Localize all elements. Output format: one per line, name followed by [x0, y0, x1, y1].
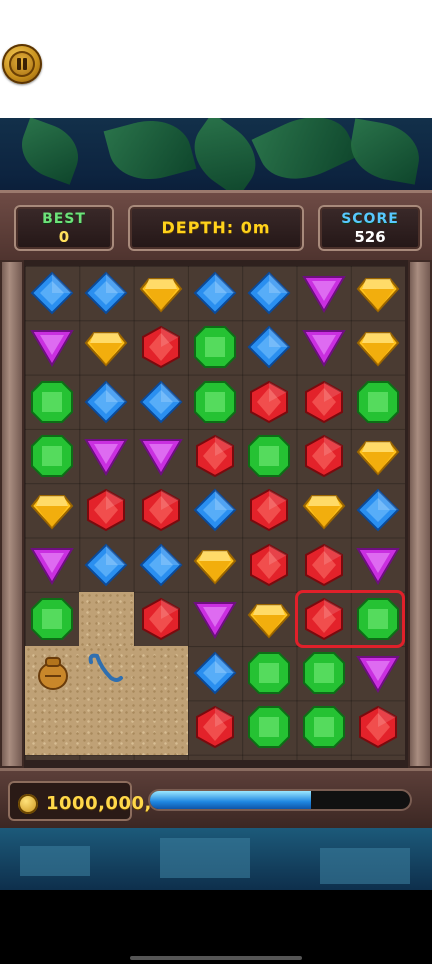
red-gem[interactable] — [134, 483, 188, 537]
purple-gem[interactable] — [134, 429, 188, 483]
pause-button[interactable] — [2, 44, 42, 84]
pipe-icon — [85, 650, 125, 694]
blue-gem[interactable] — [242, 320, 296, 374]
pause-bar-right — [23, 58, 27, 70]
green-gem[interactable] — [242, 646, 296, 700]
blue-gem[interactable] — [351, 483, 405, 537]
sand-tile — [79, 591, 134, 647]
green-gem[interactable] — [351, 375, 405, 429]
red-gem[interactable] — [242, 538, 296, 592]
yellow-gem[interactable] — [134, 266, 188, 320]
hint-highlight — [294, 589, 406, 649]
progress-bar — [150, 791, 410, 809]
red-gem[interactable] — [351, 700, 405, 754]
yellow-gem[interactable] — [25, 483, 79, 537]
coin-counter: 1000,000,300 — [8, 781, 190, 821]
green-gem[interactable] — [25, 592, 79, 646]
green-gem[interactable] — [188, 320, 242, 374]
vase-icon — [33, 652, 73, 696]
green-gem[interactable] — [25, 429, 79, 483]
yellow-gem[interactable] — [351, 266, 405, 320]
purple-gem[interactable] — [25, 320, 79, 374]
blue-gem[interactable] — [134, 375, 188, 429]
red-gem[interactable] — [297, 538, 351, 592]
red-gem[interactable] — [188, 429, 242, 483]
pause-icon — [9, 51, 35, 77]
floor-tile — [320, 848, 410, 884]
coin-icon — [18, 794, 38, 814]
purple-gem[interactable] — [25, 538, 79, 592]
green-gem[interactable] — [297, 646, 351, 700]
blue-gem[interactable] — [188, 483, 242, 537]
purple-gem[interactable] — [297, 266, 351, 320]
blue-gem[interactable] — [25, 266, 79, 320]
red-gem[interactable] — [188, 700, 242, 754]
blue-gem[interactable] — [242, 266, 296, 320]
green-gem[interactable] — [297, 700, 351, 754]
green-gem[interactable] — [242, 429, 296, 483]
red-gem[interactable] — [134, 320, 188, 374]
red-gem[interactable] — [134, 592, 188, 646]
pause-bar-left — [17, 58, 21, 70]
red-gem[interactable] — [242, 375, 296, 429]
red-gem[interactable] — [297, 375, 351, 429]
yellow-gem[interactable] — [351, 429, 405, 483]
yellow-gem[interactable] — [351, 320, 405, 374]
red-gem[interactable] — [297, 429, 351, 483]
green-gem[interactable] — [25, 375, 79, 429]
blue-gem[interactable] — [79, 375, 133, 429]
purple-gem[interactable] — [79, 429, 133, 483]
red-gem[interactable] — [79, 483, 133, 537]
blue-gem[interactable] — [79, 266, 133, 320]
temple-floor — [0, 828, 432, 890]
blue-gem[interactable] — [79, 538, 133, 592]
progress-fill — [150, 791, 312, 809]
game-screen: BEST 0 DEPTH: 0m SCORE 526 1000,000,300 — [0, 118, 432, 890]
yellow-gem[interactable] — [297, 483, 351, 537]
yellow-gem[interactable] — [79, 320, 133, 374]
floor-tile — [20, 846, 90, 876]
footer-bar: 1000,000,300 — [0, 768, 432, 831]
green-gem[interactable] — [188, 375, 242, 429]
floor-tile — [160, 838, 250, 878]
blue-gem[interactable] — [188, 646, 242, 700]
red-gem[interactable] — [242, 483, 296, 537]
purple-gem[interactable] — [297, 320, 351, 374]
purple-gem[interactable] — [351, 646, 405, 700]
green-gem[interactable] — [242, 700, 296, 754]
blue-gem[interactable] — [134, 538, 188, 592]
home-indicator[interactable] — [130, 956, 302, 960]
yellow-gem[interactable] — [188, 538, 242, 592]
status-area — [0, 0, 432, 118]
purple-gem[interactable] — [351, 538, 405, 592]
yellow-gem[interactable] — [242, 592, 296, 646]
bottom-bar — [0, 890, 432, 964]
blue-gem[interactable] — [188, 266, 242, 320]
purple-gem[interactable] — [188, 592, 242, 646]
